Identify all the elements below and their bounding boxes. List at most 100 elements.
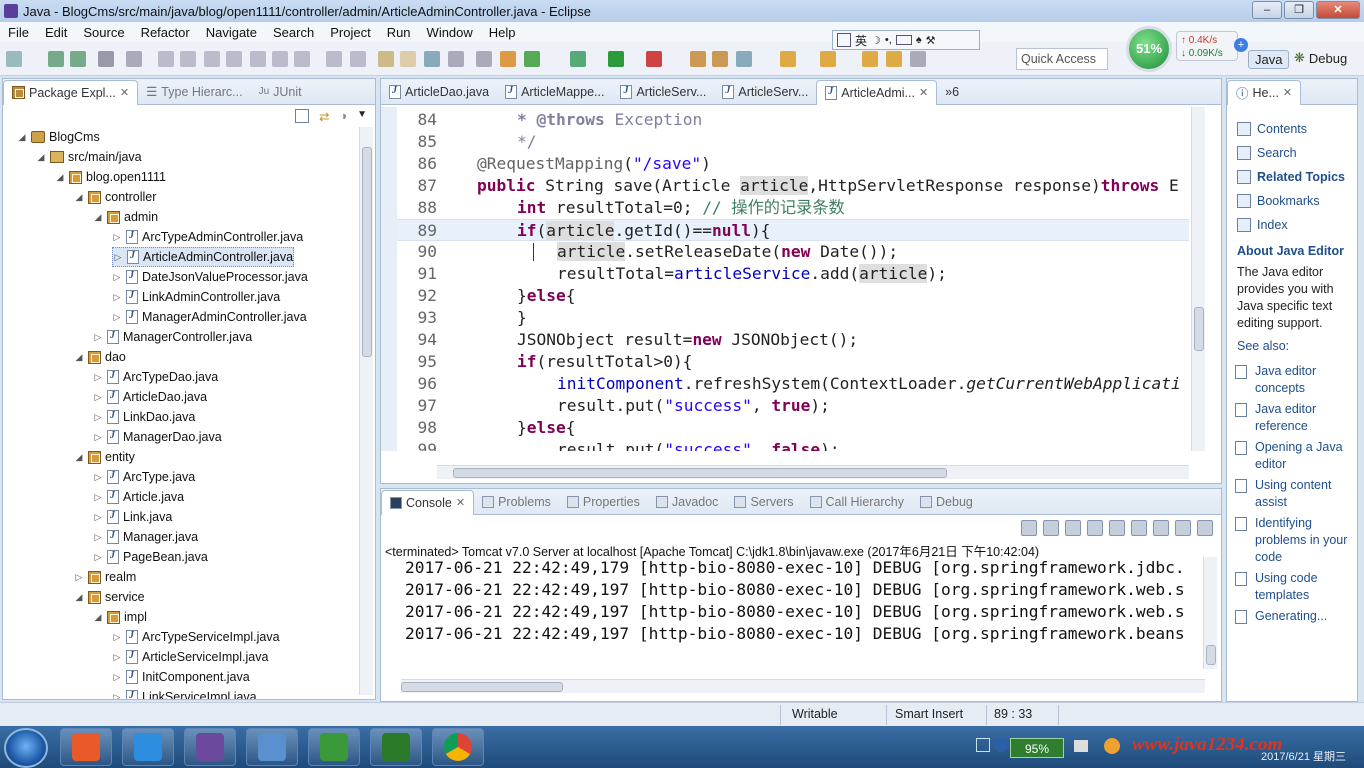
collapsed-arrow-icon[interactable]: ▷	[93, 372, 103, 383]
close-icon[interactable]: ✕	[456, 496, 465, 509]
collapsed-arrow-icon[interactable]: ▷	[113, 252, 123, 263]
code-line[interactable]: 99 result.put("success", false);	[397, 439, 1189, 451]
skin-icon[interactable]: ♠	[916, 34, 922, 46]
expanded-arrow-icon[interactable]: ◢	[55, 172, 65, 183]
help-item[interactable]: Identifying problems in your code	[1227, 513, 1357, 568]
focus-icon[interactable]: ◑	[340, 109, 348, 124]
tree-item[interactable]: ▷ Link.java	[93, 507, 172, 527]
package-tree-scrollbar[interactable]	[359, 127, 373, 695]
tree-item[interactable]: ▷ ArcTypeServiceImpl.java	[112, 627, 280, 647]
tree-item[interactable]: ▷ ArticleServiceImpl.java	[112, 647, 268, 667]
scrollbar-thumb[interactable]	[362, 147, 372, 357]
view-menu-icon[interactable]: ▼	[357, 109, 367, 124]
code-line[interactable]: 88 int resultTotal=0; // 操作的记录条数	[397, 197, 1189, 219]
collapsed-arrow-icon[interactable]: ▷	[93, 432, 103, 443]
help-item[interactable]: Java editor reference	[1227, 399, 1357, 437]
tree-item[interactable]: ▷ ManagerController.java	[93, 327, 252, 347]
tab-help[interactable]: ⓘ He... ✕	[1227, 79, 1302, 105]
taskbar-app[interactable]	[246, 728, 298, 766]
tab-debug[interactable]: Debug	[912, 490, 981, 514]
help-item[interactable]: Using content assist	[1227, 475, 1357, 513]
help-link-bookmarks[interactable]: Bookmarks	[1227, 189, 1357, 213]
collapsed-arrow-icon[interactable]: ▷	[93, 472, 103, 483]
history-icon[interactable]	[448, 51, 464, 67]
open-folder-icon[interactable]	[712, 51, 728, 67]
suspend-icon[interactable]	[180, 51, 196, 67]
code-line[interactable]: 94 JSONObject result=new JSONObject();	[397, 329, 1189, 351]
help-link-contents[interactable]: Contents	[1227, 117, 1357, 141]
menu-navigate[interactable]: Navigate	[198, 25, 265, 40]
step-into-icon[interactable]	[250, 51, 266, 67]
tree-item[interactable]: ▷ ArticleAdminController.java	[112, 247, 295, 267]
close-icon[interactable]: ✕	[1283, 86, 1292, 99]
collapsed-arrow-icon[interactable]: ▷	[93, 392, 103, 403]
use-step-filters-icon[interactable]	[350, 51, 366, 67]
tab-editor-2[interactable]: ArticleServ...	[612, 80, 714, 104]
remove-launch-icon[interactable]	[1043, 520, 1059, 536]
new-class-icon[interactable]	[500, 51, 516, 67]
keyboard-icon[interactable]	[895, 35, 912, 45]
maximize-button[interactable]: ❒	[1284, 1, 1314, 19]
link-editor-icon[interactable]: ⇄	[319, 109, 329, 124]
menu-window[interactable]: Window	[419, 25, 481, 40]
search-toolbar-icon[interactable]	[424, 51, 440, 67]
code-line[interactable]: 85 */	[397, 131, 1189, 153]
editor-tabs-overflow[interactable]: »6	[937, 80, 967, 104]
debug-run-icon[interactable]	[570, 51, 586, 67]
code-line[interactable]: 86 @RequestMapping("/save")	[397, 153, 1189, 175]
open-type-icon[interactable]	[378, 51, 394, 67]
collapse-all-icon[interactable]	[295, 109, 310, 123]
collapsed-arrow-icon[interactable]: ▷	[112, 292, 122, 303]
expanded-arrow-icon[interactable]: ◢	[93, 212, 103, 223]
display-console-icon[interactable]	[1175, 520, 1191, 536]
skip-breakpoints-icon[interactable]	[126, 51, 142, 67]
editor-hscrollbar[interactable]	[437, 465, 1189, 479]
console-output[interactable]: 2017-06-21 22:42:49,179 [http-bio-8080-e…	[381, 557, 1203, 645]
tree-item[interactable]: ▷ Article.java	[93, 487, 184, 507]
step-return-icon[interactable]	[294, 51, 310, 67]
code-line[interactable]: 89 if(article.getId()==null){	[397, 219, 1189, 241]
collapsed-arrow-icon[interactable]: ▷	[93, 412, 103, 423]
help-item[interactable]: Opening a Java editor	[1227, 437, 1357, 475]
open-console-icon[interactable]	[1197, 520, 1213, 536]
taskbar-app[interactable]	[308, 728, 360, 766]
wrench-icon[interactable]: ⚒	[926, 34, 936, 47]
help-item[interactable]: Java editor concepts	[1227, 361, 1357, 399]
help-item[interactable]: Generating...	[1227, 606, 1357, 627]
java-perspective-button[interactable]: Java	[1248, 50, 1290, 69]
taskbar-app[interactable]	[122, 728, 174, 766]
collapsed-arrow-icon[interactable]: ▷	[112, 232, 122, 243]
taskbar-app[interactable]	[60, 728, 112, 766]
collapsed-arrow-icon[interactable]: ▷	[112, 312, 122, 323]
tree-item[interactable]: ◢ blog.open1111	[55, 167, 166, 187]
tree-item[interactable]: ◢ BlogCms	[17, 127, 100, 147]
menu-edit[interactable]: Edit	[37, 25, 75, 40]
minimize-button[interactable]: –	[1252, 1, 1282, 19]
code-line[interactable]: 92}else{	[397, 285, 1189, 307]
collapsed-arrow-icon[interactable]: ▷	[74, 572, 84, 583]
menu-source[interactable]: Source	[75, 25, 132, 40]
help-link-related-topics[interactable]: Related Topics	[1227, 165, 1357, 189]
tray-icon-1[interactable]	[976, 738, 990, 752]
code-line[interactable]: 90 article.setReleaseDate(new Date());	[397, 241, 1189, 263]
battery-indicator[interactable]: 95%	[1010, 738, 1064, 758]
annotation-icon[interactable]	[780, 51, 796, 67]
tree-item[interactable]: ▷ ManagerAdminController.java	[112, 307, 307, 327]
collapsed-arrow-icon[interactable]: ▷	[93, 492, 103, 503]
punct-icon[interactable]: •,	[885, 34, 892, 46]
forward-icon[interactable]	[886, 51, 902, 67]
tab-properties[interactable]: Properties	[559, 490, 648, 514]
expanded-arrow-icon[interactable]: ◢	[74, 592, 84, 603]
help-link-index[interactable]: Index	[1227, 213, 1357, 237]
close-icon[interactable]: ✕	[919, 86, 928, 99]
terminate-icon[interactable]	[1021, 520, 1037, 536]
expanded-arrow-icon[interactable]: ◢	[74, 192, 84, 203]
tree-item[interactable]: ◢ admin	[93, 207, 159, 227]
tree-item[interactable]: ◢ service	[74, 587, 145, 607]
moon-icon[interactable]: ☽	[871, 34, 881, 47]
ime-toolbar[interactable]: 英 ☽ •, ♠ ⚒	[832, 30, 980, 50]
tree-item[interactable]: ▷ PageBean.java	[93, 547, 208, 567]
new-icon[interactable]	[6, 51, 22, 67]
sogou-tray-icon[interactable]	[1104, 738, 1120, 754]
ime-language-label[interactable]: 英	[855, 32, 867, 49]
